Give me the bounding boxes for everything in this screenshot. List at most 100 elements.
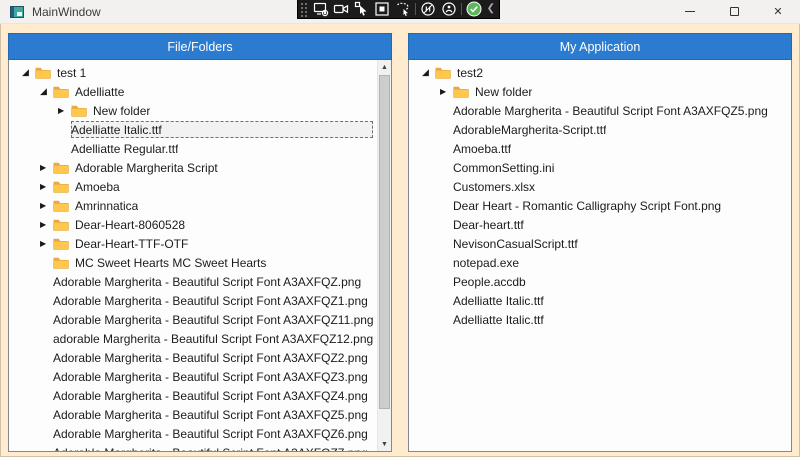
tree-item-content: MC Sweet Hearts MC Sweet Hearts [53, 254, 373, 271]
tree-item-content: Adelliatte Regular.ttf [71, 140, 373, 157]
expanded-arrow-icon[interactable]: ◢ [421, 68, 435, 77]
scrollbar-thumb[interactable] [379, 75, 390, 409]
main-window: { "titlebar": { "title": "MainWindow" },… [0, 0, 800, 457]
tree-item-content: Adorable Margherita - Beautiful Script F… [53, 292, 373, 309]
tree-item-content: NevisonCasualScript.ttf [453, 235, 787, 252]
tree-item-folder[interactable]: ◢ test2 [409, 63, 791, 82]
pause-circle-icon [420, 1, 436, 17]
tree-item-file[interactable]: Adorable Margherita - Beautiful Script F… [9, 405, 377, 424]
tree-item-content: Adorable Margherita - Beautiful Script F… [53, 387, 373, 404]
monitor-gear-button[interactable] [310, 0, 331, 19]
tree-item-file[interactable]: Adelliatte Italic.ttf [409, 291, 791, 310]
confirm-button[interactable] [464, 0, 485, 19]
tree-item-folder[interactable]: ▶ New folder [9, 101, 377, 120]
video-camera-button[interactable] [331, 0, 352, 19]
expanded-arrow-icon[interactable]: ◢ [21, 68, 35, 77]
tree-item-content: Adorable Margherita - Beautiful Script F… [53, 368, 373, 385]
my-application-panel: My Application ◢ test2▶ New folderAdorab… [408, 33, 792, 452]
tree-item-file[interactable]: adorable Margherita - Beautiful Script F… [9, 329, 377, 348]
tree-item-label: Adelliatte Italic.ttf [453, 294, 544, 308]
tree-item-content: Amoeba [53, 178, 373, 195]
cursor-pointer-button[interactable] [352, 0, 373, 19]
tree-item-file[interactable]: CommonSetting.ini [409, 158, 791, 177]
tree-item-file[interactable]: Adelliatte Italic.ttf [9, 120, 377, 139]
folder-icon [71, 105, 87, 117]
close-button[interactable]: ✕ [756, 0, 800, 23]
tree-item-content: Dear-Heart-TTF-OTF [53, 235, 373, 252]
tree-item-content: Adorable Margherita - Beautiful Script F… [53, 349, 373, 366]
collapsed-arrow-icon[interactable]: ▶ [39, 221, 53, 229]
collapsed-arrow-icon[interactable]: ▶ [39, 202, 53, 210]
tree-item-file[interactable]: Adorable Margherita - Beautiful Script F… [9, 272, 377, 291]
pause-circle-button[interactable] [418, 0, 439, 19]
tree-item-folder[interactable]: ▶ Dear-Heart-8060528 [9, 215, 377, 234]
tree-item-folder[interactable]: ◢ Adelliatte [9, 82, 377, 101]
monitor-gear-icon [313, 1, 329, 17]
scroll-up-button[interactable]: ▲ [378, 60, 391, 74]
freehand-select-button[interactable] [393, 0, 414, 19]
collapsed-arrow-icon[interactable]: ▶ [39, 183, 53, 191]
tree-item-folder[interactable]: ▶ Amoeba [9, 177, 377, 196]
maximize-button[interactable] [712, 0, 756, 23]
tree-item-file[interactable]: NevisonCasualScript.ttf [409, 234, 791, 253]
region-select-icon [374, 1, 390, 17]
folder-icon [53, 200, 69, 212]
folder-icon [53, 162, 69, 174]
minimize-icon [685, 11, 695, 12]
tree-item-file[interactable]: Adorable Margherita - Beautiful Script F… [9, 348, 377, 367]
tree-item-file[interactable]: Adorable Margherita - Beautiful Script F… [9, 424, 377, 443]
tree-item-file[interactable]: Adorable Margherita - Beautiful Script F… [9, 443, 377, 451]
tree-item-folder[interactable]: ◢ test 1 [9, 63, 377, 82]
tree-item-file[interactable]: AdorableMargherita-Script.ttf [409, 120, 791, 139]
tree-item-folder[interactable]: ▶ Amrinnatica [9, 196, 377, 215]
video-camera-icon [333, 1, 349, 17]
collapsed-arrow-icon[interactable]: ▶ [39, 164, 53, 172]
vertical-scrollbar[interactable]: ▲ ▼ [377, 60, 391, 451]
expanded-arrow-icon[interactable]: ◢ [39, 87, 53, 96]
tree-item-file[interactable]: Dear Heart - Romantic Calligraphy Script… [409, 196, 791, 215]
tree-item-folder[interactable]: ▶ Adorable Margherita Script [9, 158, 377, 177]
collapsed-arrow-icon[interactable]: ▶ [57, 107, 71, 115]
tree-item-content: Adelliatte Italic.ttf [453, 292, 787, 309]
tree-item-folder[interactable]: ▶ New folder [409, 82, 791, 101]
minimize-button[interactable] [668, 0, 712, 23]
tree-item-content: AdorableMargherita-Script.ttf [453, 121, 787, 138]
tree-item-file[interactable]: Adelliatte Regular.ttf [9, 139, 377, 158]
tree-item-file[interactable]: Adorable Margherita - Beautiful Script F… [9, 310, 377, 329]
freehand-select-icon [395, 1, 411, 17]
tree-item-file[interactable]: Customers.xlsx [409, 177, 791, 196]
file-folders-header: File/Folders [8, 33, 392, 60]
tree-item-file[interactable]: Adorable Margherita - Beautiful Script F… [9, 386, 377, 405]
tree-item-file[interactable]: Adelliatte Italic.ttf [409, 310, 791, 329]
region-select-button[interactable] [372, 0, 393, 19]
tree-item-file[interactable]: Adorable Margherita - Beautiful Script F… [409, 101, 791, 120]
tree-item-content: Adorable Margherita - Beautiful Script F… [53, 311, 373, 328]
folder-icon [53, 238, 69, 250]
tree-item-content: adorable Margherita - Beautiful Script F… [53, 330, 373, 347]
tree-item-content: People.accdb [453, 273, 787, 290]
tree-item-folder[interactable]: ▶ Dear-Heart-TTF-OTF [9, 234, 377, 253]
tree-item-label: Adorable Margherita - Beautiful Script F… [453, 104, 768, 118]
tree-item-file[interactable]: Adorable Margherita - Beautiful Script F… [9, 291, 377, 310]
tree-item-file[interactable]: Dear-heart.ttf [409, 215, 791, 234]
collapse-chevron-icon[interactable]: ❮ [485, 3, 499, 15]
tree-item-file[interactable]: Adorable Margherita - Beautiful Script F… [9, 367, 377, 386]
tree-item-file[interactable]: Amoeba.ttf [409, 139, 791, 158]
tree-item-file[interactable]: People.accdb [409, 272, 791, 291]
scroll-down-button[interactable]: ▼ [378, 437, 391, 451]
collapsed-arrow-icon[interactable]: ▶ [39, 240, 53, 248]
tree-item-folder[interactable]: MC Sweet Hearts MC Sweet Hearts [9, 253, 377, 272]
folder-icon [53, 219, 69, 231]
folder-icon [35, 67, 51, 79]
tree-item-file[interactable]: notepad.exe [409, 253, 791, 272]
tree-item-label: Amrinnatica [75, 199, 138, 213]
window-title: MainWindow [32, 5, 101, 19]
tree-item-content: Dear Heart - Romantic Calligraphy Script… [453, 197, 787, 214]
toolbar-separator [461, 3, 462, 15]
drag-handle-icon[interactable] [300, 2, 307, 17]
tree-item-content: Adorable Margherita - Beautiful Script F… [53, 444, 373, 451]
collapsed-arrow-icon[interactable]: ▶ [439, 88, 453, 96]
file-folders-panel: File/Folders ◢ test 1◢ Adelliatte▶ New f… [8, 33, 392, 452]
folder-icon [435, 67, 451, 79]
person-circle-button[interactable] [439, 0, 460, 19]
